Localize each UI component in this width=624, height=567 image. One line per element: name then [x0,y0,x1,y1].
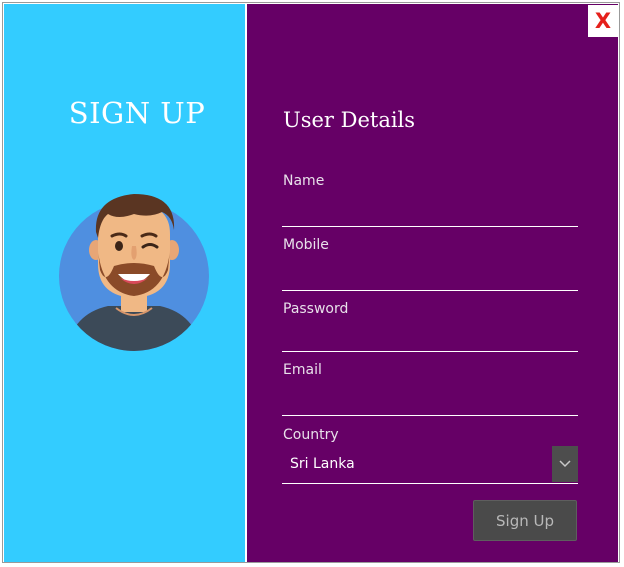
password-label: Password [283,301,349,317]
chevron-down-icon [559,460,571,468]
signup-heading: SIGN UP [68,96,206,130]
user-avatar-icon [59,194,209,351]
mobile-input[interactable] [282,267,578,291]
country-value: Sri Lanka [290,456,355,472]
email-input[interactable] [282,392,578,416]
country-label: Country [283,427,339,443]
user-details-title: User Details [283,108,416,132]
close-button[interactable]: X [588,5,618,37]
mobile-label: Mobile [283,237,329,253]
name-input[interactable] [282,203,578,227]
password-input[interactable] [282,328,578,352]
country-select[interactable]: Sri Lanka [282,446,578,484]
name-label: Name [283,173,325,189]
country-dropdown-button[interactable] [552,446,578,482]
email-label: Email [283,362,322,378]
signup-button[interactable]: Sign Up [473,500,577,541]
